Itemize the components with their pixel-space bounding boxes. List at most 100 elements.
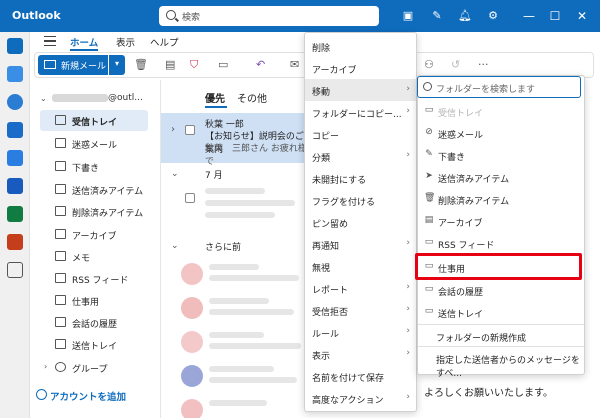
menu-item-pin[interactable]: ピン留め: [305, 211, 416, 233]
list-item[interactable]: [181, 294, 301, 324]
move-all-from-sender-item[interactable]: 指定した送信者からのメッセージをすべ...: [418, 347, 584, 379]
envelope-icon[interactable]: ✉: [290, 58, 299, 71]
list-item[interactable]: [181, 362, 301, 392]
more-options-icon[interactable]: ···: [478, 58, 489, 71]
message-checkbox[interactable]: [185, 125, 195, 135]
reply-all-icon[interactable]: ↶: [256, 58, 265, 71]
hamburger-menu-icon[interactable]: [44, 36, 56, 46]
tab-focused[interactable]: 優先: [205, 90, 225, 105]
groups-icon: [55, 362, 66, 372]
gear-icon[interactable]: ⚙: [486, 9, 500, 23]
more-apps-icon[interactable]: [7, 262, 23, 278]
chevron-down-icon[interactable]: ⌄: [40, 94, 47, 103]
folder-archive[interactable]: アーカイブ: [40, 224, 178, 245]
list-item[interactable]: [181, 396, 301, 418]
menu-item-copy-to-folder[interactable]: フォルダーにコピー... ›: [305, 101, 416, 123]
bell-icon[interactable]: 🔔︎: [458, 9, 472, 23]
menu-item-view[interactable]: 表示 ›: [305, 343, 416, 365]
blurred-line: [209, 377, 297, 383]
menu-item-archive[interactable]: アーカイブ: [305, 57, 416, 79]
account-name[interactable]: @outl...: [52, 93, 143, 103]
folder-drafts[interactable]: 下書き: [40, 156, 178, 177]
folder-outbox[interactable]: 送信トレイ: [40, 334, 178, 355]
move-target-archive[interactable]: ▤ アーカイブ: [418, 210, 584, 232]
archive-icon[interactable]: ▤: [165, 58, 175, 71]
people-app-icon[interactable]: [7, 94, 23, 110]
tab-view[interactable]: 表示: [116, 35, 135, 49]
move-target-junk[interactable]: ⊘ 迷惑メール: [418, 122, 584, 144]
avatar: [181, 331, 203, 353]
menu-item-delete[interactable]: 削除: [305, 35, 416, 57]
menu-item-label: フラグを付ける: [312, 198, 376, 208]
tab-home[interactable]: ホーム: [70, 35, 98, 49]
chevron-down-icon[interactable]: ⌄: [171, 169, 179, 179]
add-account-icon: [36, 389, 47, 400]
menu-item-mark-unread[interactable]: 未開封にする: [305, 167, 416, 189]
move-target-inbox[interactable]: ▭ 受信トレイ: [418, 100, 584, 122]
teams-icon[interactable]: ▣: [401, 9, 415, 23]
menu-item-label: 未開封にする: [312, 176, 367, 186]
menu-item-rules[interactable]: ルール ›: [305, 321, 416, 343]
calendar-app-icon[interactable]: [7, 66, 23, 82]
menu-item-save-as[interactable]: 名前を付けて保存: [305, 365, 416, 387]
folder-groups[interactable]: グループ: [40, 357, 178, 378]
menu-item-flag[interactable]: フラグを付ける: [305, 189, 416, 211]
folder-work[interactable]: 仕事用: [40, 290, 178, 311]
blurred-line: [209, 343, 301, 349]
menu-item-advanced-actions[interactable]: 高度なアクション ›: [305, 387, 416, 409]
delete-icon[interactable]: 🗑︎: [134, 58, 148, 71]
new-mail-dropdown[interactable]: ▾: [109, 55, 125, 75]
move-target-outbox[interactable]: ▭ 送信トレイ: [418, 301, 584, 323]
message-checkbox[interactable]: [185, 193, 195, 203]
folder-sent[interactable]: 送信済みアイテム: [40, 179, 178, 200]
menu-item-ignore[interactable]: 無視: [305, 255, 416, 277]
menu-item-snooze[interactable]: 再通知 ›: [305, 233, 416, 255]
move-target-conversation-history[interactable]: ▭ 会話の履歴: [418, 279, 584, 301]
close-icon[interactable]: ✕: [575, 9, 589, 23]
folder-deleted[interactable]: 削除済みアイテム: [40, 201, 178, 222]
folder-notes[interactable]: メモ: [40, 246, 178, 267]
outbox-icon: [55, 339, 66, 349]
menu-item-copy[interactable]: コピー: [305, 123, 416, 145]
excel-app-icon[interactable]: [7, 206, 23, 222]
new-folder-item[interactable]: フォルダーの新規作成: [418, 325, 584, 347]
word-app-icon[interactable]: [7, 178, 23, 194]
add-account-link[interactable]: アカウントを追加: [50, 389, 126, 403]
todo-app-icon[interactable]: [7, 150, 23, 166]
notes-icon[interactable]: ✎: [430, 9, 444, 23]
list-item[interactable]: [181, 328, 301, 358]
focused-tab-indicator: [205, 106, 227, 108]
menu-item-label: ルール: [312, 330, 340, 340]
folder-inbox[interactable]: 受信トレイ: [40, 110, 148, 131]
mail-app-icon[interactable]: [7, 38, 23, 54]
maximize-icon[interactable]: ☐: [548, 9, 562, 23]
menu-item-move[interactable]: 移動 ›: [305, 79, 416, 101]
powerpoint-app-icon[interactable]: [7, 234, 23, 250]
menu-item-block[interactable]: 受信拒否 ›: [305, 299, 416, 321]
people-icon[interactable]: ⚇: [424, 58, 434, 71]
new-mail-button[interactable]: 新規メール: [38, 55, 108, 75]
menu-item-label: 受信拒否: [312, 308, 349, 318]
move-target-drafts[interactable]: ✎ 下書き: [418, 144, 584, 166]
minimize-icon[interactable]: —: [522, 9, 536, 23]
move-target-rss[interactable]: ▭ RSS フィード: [418, 232, 584, 254]
groups-app-icon[interactable]: [7, 122, 23, 138]
chevron-down-icon[interactable]: ⌄: [171, 241, 179, 251]
move-target-sent[interactable]: ➤ 送信済みアイテム: [418, 166, 584, 188]
folder-search-input[interactable]: フォルダーを検索します: [417, 76, 581, 98]
list-item[interactable]: [181, 260, 301, 290]
search-box[interactable]: 検索: [159, 6, 379, 26]
move-target-deleted[interactable]: 🗑︎ 削除済みアイテム: [418, 188, 584, 210]
undo-icon[interactable]: ↺: [451, 58, 460, 71]
folder-conversation-history[interactable]: 会話の履歴: [40, 312, 178, 333]
tab-help[interactable]: ヘルプ: [150, 35, 179, 49]
folder-junk[interactable]: 迷惑メール: [40, 133, 178, 154]
move-icon[interactable]: ▭: [218, 58, 228, 71]
menu-item-report[interactable]: レポート ›: [305, 277, 416, 299]
report-icon[interactable]: ⛉: [190, 58, 198, 72]
folder-label: 削除済みアイテム: [72, 209, 144, 219]
tab-other[interactable]: その他: [237, 90, 267, 105]
menu-item-categorize[interactable]: 分類 ›: [305, 145, 416, 167]
folder-rss[interactable]: RSS フィード: [40, 268, 178, 289]
chevron-right-icon[interactable]: ›: [171, 124, 175, 135]
